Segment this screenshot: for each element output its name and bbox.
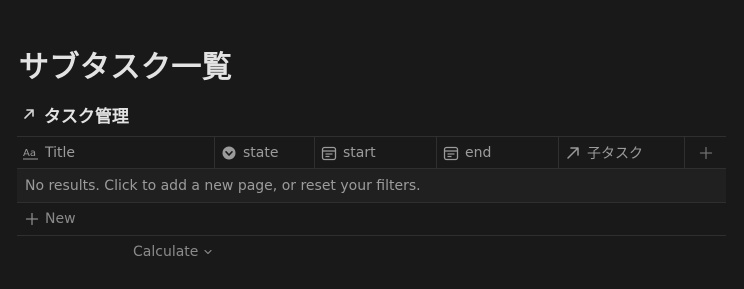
new-page-button[interactable]: New bbox=[17, 203, 726, 236]
plus-icon bbox=[25, 212, 39, 226]
column-header-label: start bbox=[343, 144, 376, 161]
calendar-icon bbox=[321, 145, 337, 161]
column-header-label: state bbox=[243, 144, 279, 161]
database-title-link[interactable]: タスク管理 bbox=[22, 102, 129, 127]
column-header-label: Title bbox=[45, 144, 76, 161]
column-header-label: end bbox=[465, 144, 492, 161]
add-column-button[interactable] bbox=[685, 137, 726, 168]
column-header-end[interactable]: end bbox=[437, 137, 559, 168]
empty-results-message[interactable]: No results. Click to add a new page, or … bbox=[17, 169, 726, 203]
text-aa-icon: Aa bbox=[23, 145, 39, 161]
column-header-subtasks[interactable]: 子タスク bbox=[559, 137, 685, 168]
table-header-row: Aa Title state start end 子タスク bbox=[17, 136, 726, 169]
database-title: タスク管理 bbox=[44, 106, 129, 127]
calculate-label: Calculate bbox=[133, 244, 199, 260]
calculate-row: Calculate bbox=[17, 236, 726, 269]
column-header-label: 子タスク bbox=[587, 145, 643, 162]
column-header-state[interactable]: state bbox=[215, 137, 315, 168]
status-icon bbox=[221, 145, 237, 161]
calculate-button[interactable]: Calculate bbox=[133, 244, 213, 260]
svg-text:Aa: Aa bbox=[23, 148, 36, 159]
chevron-down-icon bbox=[203, 247, 213, 257]
database-table: Aa Title state start end 子タスク No results… bbox=[17, 136, 726, 269]
plus-icon bbox=[698, 145, 714, 161]
column-header-start[interactable]: start bbox=[315, 137, 437, 168]
arrow-up-right-icon bbox=[22, 107, 36, 121]
calendar-icon bbox=[443, 145, 459, 161]
page-title: サブタスク一覧 bbox=[19, 50, 233, 85]
new-page-label: New bbox=[45, 211, 76, 227]
column-header-title[interactable]: Aa Title bbox=[17, 137, 215, 168]
page: サブタスク一覧 タスク管理 Aa Title state start end 子… bbox=[0, 0, 744, 289]
arrow-up-right-icon bbox=[565, 145, 581, 161]
